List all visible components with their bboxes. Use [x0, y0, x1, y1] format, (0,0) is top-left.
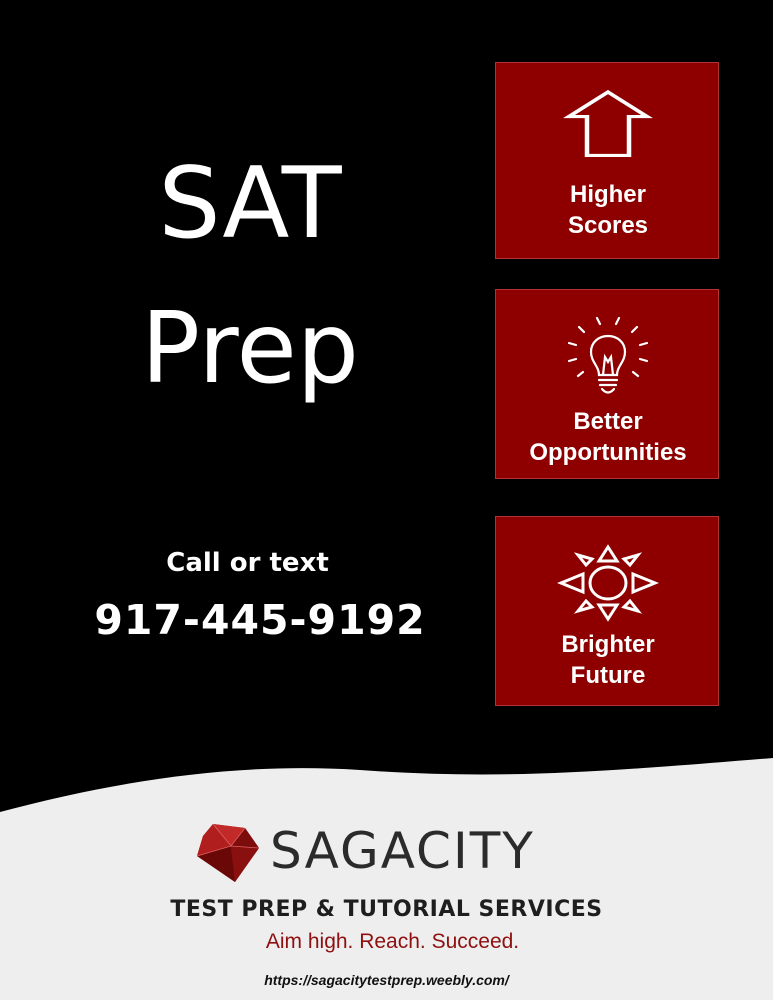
headline-line2: Prep	[140, 292, 359, 406]
tile-label: Brighter Future	[496, 629, 720, 691]
brand-name: SAGACITY	[270, 822, 535, 880]
tile-label-line2: Scores	[567, 212, 649, 239]
sun-icon	[557, 544, 659, 622]
tile-label-line2: Future	[570, 662, 646, 689]
motto: Aim high. Reach. Succeed.	[265, 930, 520, 953]
tile-better-opportunities: Better Opportunities	[495, 289, 719, 479]
lightbulb-icon	[567, 316, 649, 394]
phone-number[interactable]: 917-445-9192	[0, 596, 520, 644]
tile-label: Better Opportunities	[496, 406, 720, 468]
tile-label-line1: Higher	[569, 181, 646, 208]
sat-prep-flyer: SAT Prep Call or text 917-445-9192 Highe…	[0, 0, 773, 1000]
sagacity-logo-icon	[196, 823, 260, 882]
tile-label-line1: Brighter	[561, 631, 655, 658]
services-tagline: TEST PREP & TUTORIAL SERVICES	[170, 897, 603, 922]
tile-brighter-future: Brighter Future	[495, 516, 719, 706]
tile-label-line1: Better	[573, 408, 643, 435]
tile-label-line2: Opportunities	[529, 439, 687, 466]
up-arrow-icon	[562, 89, 654, 158]
tile-higher-scores: Higher Scores	[495, 62, 719, 259]
call-label: Call or text	[166, 548, 329, 578]
tile-label: Higher Scores	[496, 179, 720, 241]
website-link[interactable]: https://sagacitytestprep.weebly.com/	[0, 972, 773, 988]
headline-line1: SAT	[158, 147, 342, 261]
